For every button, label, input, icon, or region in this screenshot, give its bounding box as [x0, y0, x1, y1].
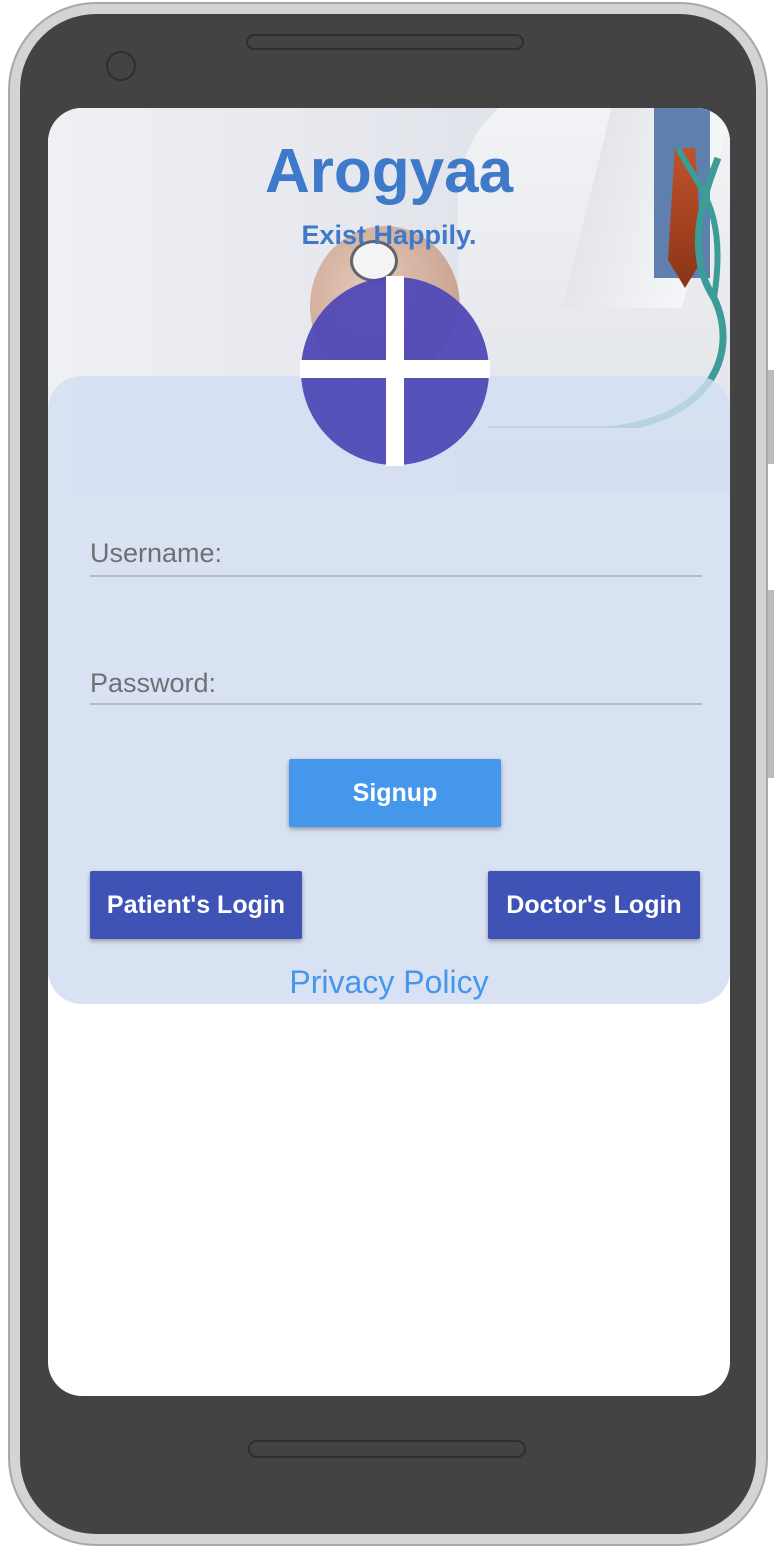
- doctor-login-button[interactable]: Doctor's Login: [488, 871, 700, 939]
- app-title: Arogyaa: [264, 137, 514, 206]
- medical-cross-icon: [300, 276, 490, 466]
- password-label: Password:: [90, 668, 217, 698]
- home-indicator[interactable]: [248, 1440, 526, 1458]
- password-field[interactable]: [90, 703, 702, 705]
- username-field[interactable]: [90, 575, 702, 577]
- app-tagline: Exist Happily.: [301, 220, 477, 250]
- speaker-grille: [246, 34, 524, 50]
- front-camera: [106, 51, 136, 81]
- app-screen: Arogyaa Exist Happily. Username: Passwor…: [48, 108, 730, 1396]
- privacy-policy-link[interactable]: Privacy Policy: [48, 964, 730, 1001]
- volume-button: [768, 370, 774, 464]
- power-button: [768, 590, 774, 778]
- signup-button[interactable]: Signup: [289, 759, 501, 827]
- username-label: Username:: [90, 538, 223, 568]
- patient-login-button[interactable]: Patient's Login: [90, 871, 302, 939]
